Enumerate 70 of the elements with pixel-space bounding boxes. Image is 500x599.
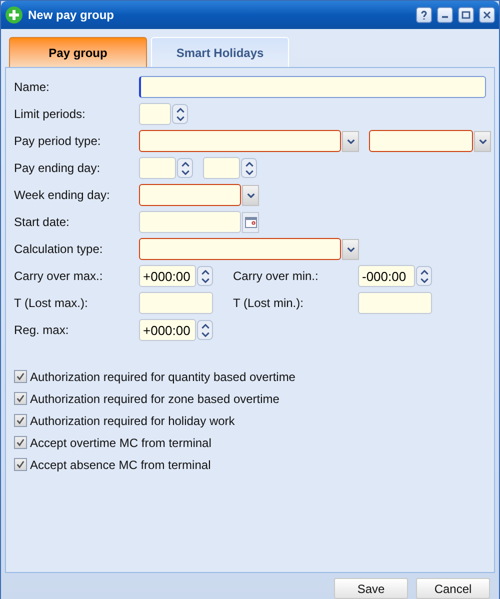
spinner-buttons[interactable]: [241, 158, 257, 178]
checkmark-icon: [16, 394, 25, 403]
maximize-icon: [461, 10, 471, 20]
checkbox[interactable]: [14, 458, 27, 471]
checkbox-label: Authorization required for holiday work: [30, 412, 235, 430]
dropdown-button[interactable]: [342, 130, 359, 152]
checkbox-label: Accept overtime MC from terminal: [30, 434, 212, 452]
field-label: Name:: [14, 79, 50, 96]
chevron-down-icon: [246, 192, 254, 198]
plus-circle-icon: [5, 6, 23, 24]
input-field[interactable]: [139, 76, 486, 98]
cancel-button[interactable]: Cancel: [416, 578, 490, 599]
dropdown-button[interactable]: [342, 238, 359, 260]
input-field[interactable]: [139, 103, 171, 125]
field-label: Carry over min.:: [233, 268, 320, 285]
chevron-down-icon: [346, 246, 354, 252]
spinner-buttons[interactable]: [172, 104, 188, 124]
input-field[interactable]: [139, 184, 241, 206]
checkmark-icon: [16, 460, 25, 469]
minimize-button[interactable]: [437, 7, 453, 23]
input-field[interactable]: [139, 238, 341, 260]
field-label: Start date:: [14, 214, 70, 231]
date-picker-button[interactable]: [242, 212, 259, 232]
checkbox[interactable]: [14, 392, 27, 405]
checkmark-icon: [16, 438, 25, 447]
window-title: New pay group: [28, 7, 116, 24]
input-field[interactable]: +000:00: [139, 319, 196, 341]
spinner-buttons[interactable]: [416, 266, 432, 286]
checkbox-label: Accept absence MC from terminal: [30, 456, 211, 474]
question-mark-icon: [419, 10, 429, 20]
calendar-icon: [244, 216, 256, 228]
chevron-down-icon: [478, 138, 486, 144]
input-field[interactable]: -000:00: [358, 265, 415, 287]
close-icon: [482, 10, 492, 20]
checkbox-label: Authorization required for quantity based overtime: [30, 368, 296, 386]
maximize-button[interactable]: [458, 7, 474, 23]
field-label: Week ending day:: [14, 187, 111, 204]
input-field[interactable]: [139, 211, 241, 233]
spinner-buttons[interactable]: [177, 158, 193, 178]
tab[interactable]: Smart Holidays: [151, 37, 289, 67]
spinner-buttons[interactable]: [197, 320, 213, 340]
input-field[interactable]: [358, 292, 432, 314]
input-field[interactable]: [139, 292, 213, 314]
checkmark-icon: [16, 372, 25, 381]
dropdown-button[interactable]: [242, 184, 259, 206]
dropdown-button[interactable]: [474, 130, 491, 152]
tab[interactable]: Pay group: [9, 37, 147, 67]
checkbox-label: Authorization required for zone based overtime: [30, 390, 280, 408]
input-field[interactable]: +000:00: [139, 265, 196, 287]
field-label: T (Lost max.):: [14, 295, 89, 312]
checkmark-icon: [16, 416, 25, 425]
save-button[interactable]: Save: [334, 578, 408, 599]
field-label: Pay ending day:: [14, 160, 102, 177]
input-field[interactable]: [203, 157, 240, 179]
field-label: T (Lost min.):: [233, 295, 304, 312]
field-label: Reg. max:: [14, 322, 70, 339]
input-field[interactable]: [139, 130, 341, 152]
field-label: Calculation type:: [14, 241, 104, 258]
checkbox[interactable]: [14, 414, 27, 427]
field-label: Pay period type:: [14, 133, 102, 150]
input-field[interactable]: [369, 130, 473, 152]
field-label: Limit periods:: [14, 106, 86, 123]
chevron-down-icon: [346, 138, 354, 144]
checkbox[interactable]: [14, 370, 27, 383]
close-button[interactable]: [479, 7, 495, 23]
input-field[interactable]: [139, 157, 176, 179]
spinner-buttons[interactable]: [197, 266, 213, 286]
help-button[interactable]: [416, 7, 432, 23]
field-label: Carry over max.:: [14, 268, 104, 285]
checkbox[interactable]: [14, 436, 27, 449]
